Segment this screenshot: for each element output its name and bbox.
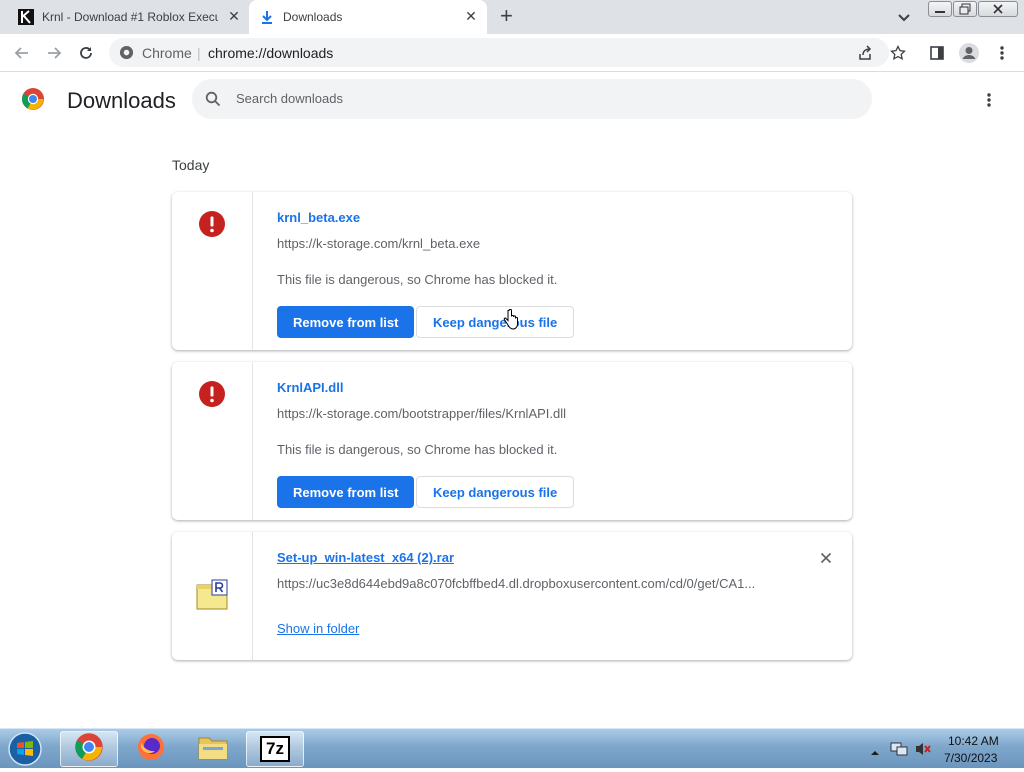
tab-strip: Krnl - Download #1 Roblox Executor ✕ Dow…	[0, 0, 1024, 34]
address-bar[interactable]: Chrome | chrome://downloads	[109, 38, 889, 67]
tab-krnl[interactable]: Krnl - Download #1 Roblox Executor ✕	[8, 0, 248, 34]
file-name-link[interactable]: krnl_beta.exe	[277, 210, 360, 225]
browser-menu-icon[interactable]	[991, 42, 1013, 64]
download-icon	[259, 9, 275, 25]
search-downloads-box[interactable]	[192, 79, 872, 119]
volume-muted-icon[interactable]	[914, 741, 932, 762]
network-icon[interactable]	[890, 741, 908, 762]
file-url[interactable]: https://k-storage.com/bootstrapper/files…	[277, 406, 566, 421]
download-item: Set-up_win-latest_x64 (2).rar https://uc…	[172, 532, 852, 660]
warning-icon	[198, 380, 226, 408]
show-hidden-icons-icon[interactable]	[870, 744, 880, 762]
card-divider	[252, 362, 253, 520]
page-title: Downloads	[67, 88, 176, 113]
tab-search-icon[interactable]	[897, 10, 911, 28]
chrome-site-icon	[119, 45, 134, 65]
remove-item-close-icon[interactable]	[818, 550, 834, 566]
card-divider	[252, 192, 253, 350]
close-tab-icon[interactable]: ✕	[226, 8, 242, 24]
taskbar-7zip[interactable]: 7z	[246, 731, 304, 767]
minimize-button[interactable]	[928, 1, 952, 17]
reload-icon[interactable]	[75, 42, 97, 64]
hand-cursor-icon	[503, 308, 519, 336]
date-section-label: Today	[172, 157, 210, 173]
close-tab-icon[interactable]: ✕	[463, 8, 479, 24]
bookmark-star-icon[interactable]	[887, 42, 909, 64]
forward-arrow-icon[interactable]	[43, 42, 65, 64]
download-item: KrnlAPI.dll https://k-storage.com/bootst…	[172, 362, 852, 520]
browser-toolbar: Chrome | chrome://downloads	[0, 34, 1024, 72]
back-arrow-icon[interactable]	[11, 42, 33, 64]
site-label: Chrome	[142, 45, 192, 61]
file-url[interactable]: https://uc3e8d644ebd9a8c070fcbffbed4.dl.…	[277, 576, 755, 591]
card-divider	[252, 532, 253, 660]
file-url[interactable]: https://k-storage.com/krnl_beta.exe	[277, 236, 480, 251]
search-input[interactable]	[236, 91, 836, 106]
start-orb-icon[interactable]	[6, 731, 44, 772]
tab-title: Downloads	[283, 10, 343, 24]
danger-status-text: This file is dangerous, so Chrome has bl…	[277, 442, 558, 457]
downloads-header: Downloads	[0, 72, 1024, 128]
warning-icon	[198, 210, 226, 238]
url-separator: |	[197, 45, 201, 61]
share-icon[interactable]	[857, 45, 873, 66]
profile-avatar-icon[interactable]	[958, 42, 980, 64]
file-name-link[interactable]: KrnlAPI.dll	[277, 380, 343, 395]
rar-file-icon	[196, 579, 230, 611]
clock-time[interactable]: 10:42 AM	[948, 734, 999, 748]
danger-status-text: This file is dangerous, so Chrome has bl…	[277, 272, 558, 287]
taskbar-firefox[interactable]	[122, 731, 180, 767]
url-text[interactable]: chrome://downloads	[208, 45, 333, 61]
tab-downloads[interactable]: Downloads ✕	[249, 0, 487, 34]
7zip-icon: 7z	[260, 736, 290, 762]
taskbar-file-explorer[interactable]	[184, 731, 242, 767]
search-icon	[205, 91, 221, 112]
krnl-favicon	[18, 9, 34, 25]
clock-date[interactable]: 7/30/2023	[944, 751, 997, 765]
firefox-icon	[136, 732, 166, 767]
chrome-icon	[74, 732, 104, 767]
file-name-link[interactable]: Set-up_win-latest_x64 (2).rar	[277, 550, 454, 565]
keep-dangerous-file-button[interactable]: Keep dangerous file	[416, 476, 575, 508]
side-panel-icon[interactable]	[926, 42, 948, 64]
folder-icon	[197, 733, 229, 766]
tab-title: Krnl - Download #1 Roblox Executor	[42, 10, 218, 24]
close-window-button[interactable]	[978, 1, 1018, 17]
downloads-menu-icon[interactable]	[987, 92, 991, 113]
keep-dangerous-file-button[interactable]: Keep dangerous file	[416, 306, 575, 338]
remove-from-list-button[interactable]: Remove from list	[277, 306, 415, 338]
new-tab-button[interactable]: +	[500, 5, 518, 27]
chrome-logo-icon	[21, 87, 45, 116]
windows-taskbar: 7z 10:42 AM 7/30/2023	[0, 728, 1024, 768]
taskbar-chrome[interactable]	[60, 731, 118, 767]
restore-button[interactable]	[953, 1, 977, 17]
remove-from-list-button[interactable]: Remove from list	[277, 476, 415, 508]
show-in-folder-link[interactable]: Show in folder	[277, 621, 359, 636]
